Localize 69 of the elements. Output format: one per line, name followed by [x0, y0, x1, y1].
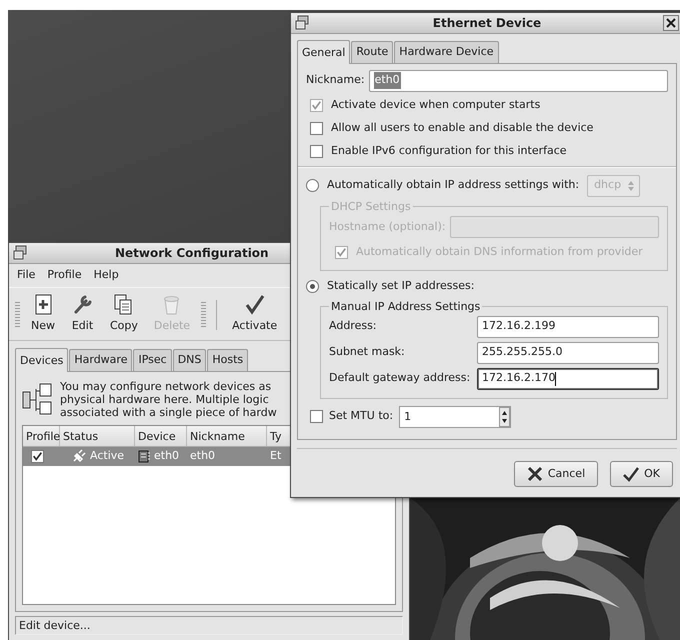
tab[interactable]: IPsec	[133, 349, 172, 370]
check-icon	[243, 292, 266, 316]
column-header[interactable]: Profile	[23, 426, 60, 446]
toolbar-button[interactable]: Edit	[66, 290, 99, 336]
window-title: Ethernet Device	[432, 15, 542, 32]
menu-item[interactable]: Help	[94, 267, 119, 284]
column-header[interactable]: Nickname	[187, 426, 267, 446]
tab[interactable]: Hardware Device	[394, 41, 499, 62]
input-field[interactable]: 172.16.2.199	[477, 316, 659, 338]
tab[interactable]: General	[297, 40, 350, 64]
cancel-icon	[526, 466, 543, 482]
tab[interactable]: Devices	[15, 348, 68, 372]
column-header[interactable]: Status	[60, 426, 135, 446]
tab[interactable]: DNS	[172, 349, 206, 370]
input-field[interactable]: 172.16.2.170	[477, 368, 659, 390]
table-cell-text: eth0	[154, 448, 180, 464]
input-field[interactable]: 255.255.255.0	[477, 342, 659, 364]
field-label: Address:	[329, 318, 378, 334]
menu-item[interactable]: Profile	[47, 267, 82, 284]
checkbox-label: Activate device when computer starts	[331, 96, 540, 113]
input-field[interactable]: eth0	[368, 70, 668, 92]
network-devices-icon	[22, 382, 52, 416]
description-text: You may configure network devices as physical hardware here. Multiple logic associated with a single piece of hardw	[60, 380, 277, 418]
field-label: Hostname (optional):	[329, 218, 446, 235]
column-header[interactable]: Device	[135, 426, 187, 446]
tab[interactable]: Hardware	[69, 349, 132, 370]
dialog-button[interactable]: Cancel	[514, 460, 598, 487]
status-bar: Edit device...	[15, 616, 403, 635]
text-cursor	[555, 372, 556, 386]
table-cell-text: Et	[270, 448, 282, 464]
window-icon	[13, 245, 29, 261]
checkbox[interactable]	[310, 98, 323, 112]
column-header[interactable]: Ty	[267, 426, 285, 446]
network-card-icon	[138, 450, 150, 462]
plug-icon	[72, 449, 86, 463]
table-cell-text: Active	[90, 448, 124, 464]
tab[interactable]: Hosts	[207, 349, 248, 370]
group-title: Manual IP Address Settings	[330, 300, 482, 312]
field-label: Default gateway address:	[329, 370, 472, 386]
window-title: Network Configuration	[115, 245, 269, 262]
close-button[interactable]	[663, 15, 679, 31]
ok-icon	[623, 466, 640, 482]
checkbox-label: Set MTU to:	[329, 408, 394, 424]
checkbox[interactable]	[310, 144, 323, 158]
field-label: Subnet mask:	[329, 344, 406, 360]
radio-button[interactable]	[306, 179, 319, 192]
dialog-button[interactable]: OK	[610, 460, 673, 487]
checkbox-label: Allow all users to enable and disable the device	[331, 120, 594, 136]
radio-label: Statically set IP addresses:	[327, 278, 474, 294]
number-field[interactable]: 1	[399, 406, 512, 428]
window-icon	[295, 15, 311, 31]
spinner-arrows-icon	[627, 180, 636, 192]
toolbar-button[interactable]: Copy	[105, 290, 143, 336]
checkbox[interactable]	[310, 410, 323, 423]
checkbox[interactable]	[31, 450, 44, 462]
field-label: Nickname:	[306, 72, 365, 88]
toolbar-button[interactable]: Activate	[227, 290, 282, 336]
group-title: DHCP Settings	[330, 200, 412, 212]
menu-item[interactable]: File	[17, 267, 36, 284]
toolbar-button[interactable]: New	[26, 290, 60, 336]
table-cell-text: eth0	[190, 448, 216, 464]
checkbox-label: Enable IPv6 configuration for this interface	[331, 142, 567, 159]
checkbox[interactable]	[310, 122, 323, 134]
tab[interactable]: Route	[351, 41, 394, 62]
radio-button[interactable]	[306, 280, 319, 293]
stepper-icon[interactable]	[499, 406, 510, 426]
close-icon	[666, 18, 676, 28]
checkbox-label: Automatically obtain DNS information from provider	[356, 244, 643, 260]
radio-label: Automatically obtain IP address settings with:	[327, 177, 580, 194]
